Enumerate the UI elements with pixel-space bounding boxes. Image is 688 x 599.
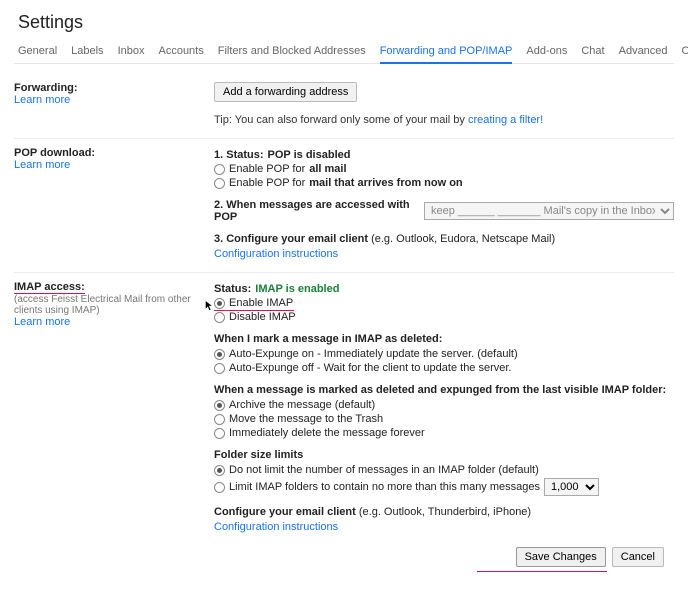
tab-labels[interactable]: Labels xyxy=(71,45,103,57)
cursor-icon xyxy=(204,300,216,312)
imap-configure-label: Configure your email client xyxy=(214,506,359,518)
section-pop: POP download: Learn more 1. Status: POP … xyxy=(14,138,674,272)
save-changes-button[interactable]: Save Changes xyxy=(516,547,606,567)
folder-limit-radio[interactable] xyxy=(214,482,225,493)
imap-status-label: Status: xyxy=(214,283,251,295)
tab-chat[interactable]: Chat xyxy=(581,45,604,57)
folder-limit-select[interactable]: 1,000 xyxy=(544,478,599,496)
pop-accessed-label: 2. When messages are accessed with POP xyxy=(214,199,418,223)
tab-forwarding-pop-imap[interactable]: Forwarding and POP/IMAP xyxy=(380,45,513,57)
archive-text: Archive the message (default) xyxy=(229,399,375,411)
imap-disable-radio[interactable] xyxy=(214,312,225,323)
pop-enable-all-text: Enable POP for xyxy=(229,163,305,175)
imap-configure-link[interactable]: Configuration instructions xyxy=(214,521,674,533)
folder-nolimit-radio[interactable] xyxy=(214,465,225,476)
imap-deleted-title: When I mark a message in IMAP as deleted… xyxy=(214,333,674,345)
delete-forever-radio[interactable] xyxy=(214,428,225,439)
imap-learn-more[interactable]: Learn more xyxy=(14,316,208,328)
forwarding-label: Forwarding: xyxy=(14,82,208,94)
tab-inbox[interactable]: Inbox xyxy=(118,45,145,57)
tab-addons[interactable]: Add-ons xyxy=(526,45,567,57)
expunge-on-text: Auto-Expunge on - Immediately update the… xyxy=(229,348,518,360)
section-forwarding: Forwarding: Learn more Add a forwarding … xyxy=(14,74,674,138)
settings-tabs: General Labels Inbox Accounts Filters an… xyxy=(14,45,674,64)
folder-nolimit-text: Do not limit the number of messages in a… xyxy=(229,464,539,476)
forwarding-tip-link[interactable]: creating a filter! xyxy=(468,114,543,126)
pop-configure-link[interactable]: Configuration instructions xyxy=(214,248,674,260)
forwarding-tip-text: Tip: You can also forward only some of y… xyxy=(214,114,468,126)
pop-label: POP download: xyxy=(14,147,208,159)
archive-radio[interactable] xyxy=(214,400,225,411)
cancel-button[interactable]: Cancel xyxy=(612,547,664,567)
imap-status-value: IMAP is enabled xyxy=(255,283,339,295)
pop-enable-now-radio[interactable] xyxy=(214,178,225,189)
expunge-off-text: Auto-Expunge off - Wait for the client t… xyxy=(229,362,512,374)
pop-enable-all-radio[interactable] xyxy=(214,164,225,175)
forwarding-learn-more[interactable]: Learn more xyxy=(14,94,208,106)
imap-label: IMAP access: xyxy=(14,281,85,294)
imap-disable-text: Disable IMAP xyxy=(229,311,296,323)
pop-enable-now-bold: mail that arrives from now on xyxy=(309,177,462,189)
imap-enable-text: Enable IMAP xyxy=(229,297,293,309)
pop-status-label: 1. Status: xyxy=(214,149,264,161)
pop-status-value: POP is disabled xyxy=(268,149,351,161)
trash-radio[interactable] xyxy=(214,414,225,425)
folder-title: Folder size limits xyxy=(214,449,674,461)
tab-accounts[interactable]: Accounts xyxy=(158,45,203,57)
tab-advanced[interactable]: Advanced xyxy=(619,45,668,57)
imap-hint: (access Feisst Electrical Mail from othe… xyxy=(14,294,208,316)
imap-expunged-title: When a message is marked as deleted and … xyxy=(214,384,674,396)
pop-configure-hint: (e.g. Outlook, Eudora, Netscape Mail) xyxy=(371,233,555,245)
pop-learn-more[interactable]: Learn more xyxy=(14,159,208,171)
pop-accessed-select[interactable]: keep ______ _______ Mail's copy in the I… xyxy=(424,202,674,220)
pop-enable-all-bold: all mail xyxy=(309,163,346,175)
folder-limit-text: Limit IMAP folders to contain no more th… xyxy=(229,481,540,493)
tab-offline[interactable]: Offline xyxy=(682,45,688,57)
pop-configure-label: 3. Configure your email client xyxy=(214,233,371,245)
add-forwarding-address-button[interactable]: Add a forwarding address xyxy=(214,82,357,102)
delete-forever-text: Immediately delete the message forever xyxy=(229,427,425,439)
pop-enable-now-text: Enable POP for xyxy=(229,177,305,189)
tab-filters[interactable]: Filters and Blocked Addresses xyxy=(218,45,366,57)
page-title: Settings xyxy=(18,12,674,33)
trash-text: Move the message to the Trash xyxy=(229,413,383,425)
tab-general[interactable]: General xyxy=(18,45,57,57)
section-imap: IMAP access: (access Feisst Electrical M… xyxy=(14,272,674,579)
imap-configure-hint: (e.g. Outlook, Thunderbird, iPhone) xyxy=(359,506,531,518)
expunge-on-radio[interactable] xyxy=(214,349,225,360)
expunge-off-radio[interactable] xyxy=(214,363,225,374)
